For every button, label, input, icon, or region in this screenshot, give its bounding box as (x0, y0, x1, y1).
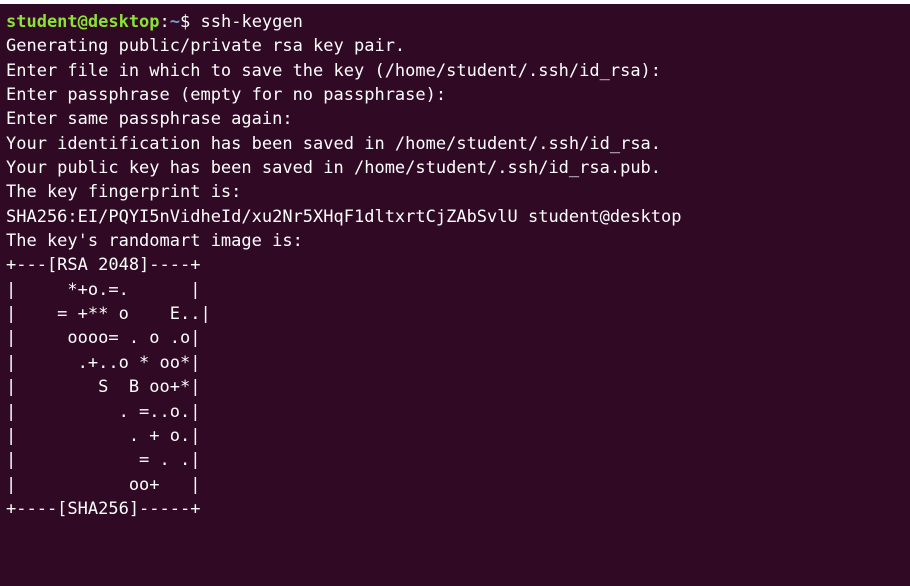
prompt-user-host: student@desktop (6, 12, 160, 32)
prompt-path: ~ (169, 12, 181, 32)
terminal-window[interactable]: student@desktop:~$ ssh-keygen Generating… (0, 4, 910, 586)
output-line: Enter file in which to save the key (/ho… (6, 60, 662, 81)
fingerprint-line: SHA256:EI/PQYI5nVidheId/xu2Nr5XHqF1dltxr… (6, 206, 682, 227)
randomart-row: | = . .| (6, 450, 201, 471)
output-line: Your identification has been saved in /h… (6, 133, 662, 154)
randomart-bottom-border: +----[SHA256]-----+ (6, 498, 201, 519)
output-line: Enter passphrase (empty for no passphras… (6, 85, 447, 106)
randomart-row: | oooo= . o .o| (6, 328, 201, 349)
command-text: ssh-keygen (200, 12, 303, 32)
prompt-symbol: $ (180, 12, 201, 32)
randomart-row: | . =..o.| (6, 401, 201, 422)
output-line: The key fingerprint is: (6, 182, 242, 203)
randomart-row: | oo+ | (6, 474, 201, 495)
output-line: Generating public/private rsa key pair. (6, 36, 406, 57)
prompt-separator: : (159, 12, 170, 32)
output-line: Your public key has been saved in /home/… (6, 158, 662, 179)
randomart-row: | S B oo+*| (6, 377, 201, 398)
output-line: Enter same passphrase again: (6, 109, 293, 130)
prompt-line: student@desktop:~$ ssh-keygen (6, 10, 910, 34)
randomart-row: | . + o.| (6, 425, 201, 446)
randomart-top-border: +---[RSA 2048]----+ (6, 255, 201, 276)
randomart-row: | *+o.=. | (6, 279, 201, 300)
output-line: The key's randomart image is: (6, 231, 303, 252)
randomart-row: | .+..o * oo*| (6, 352, 201, 373)
randomart-row: | = +** o E..| (6, 304, 211, 325)
